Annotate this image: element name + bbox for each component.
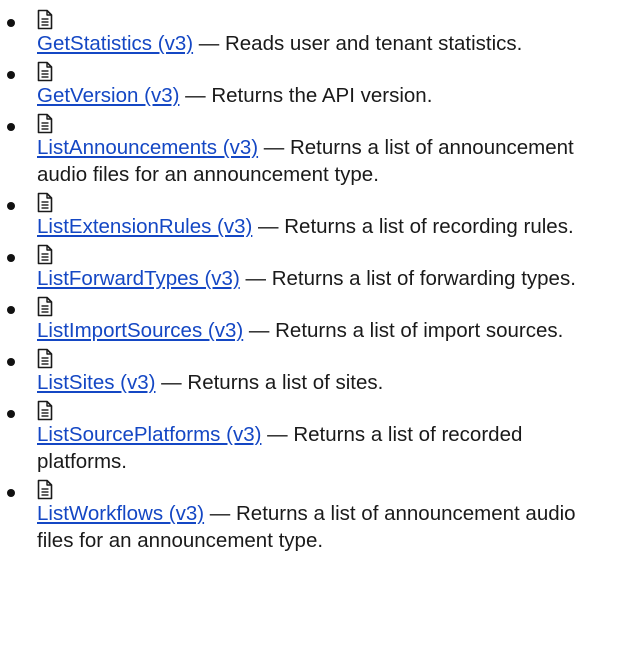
- item-description: Returns a list of forwarding types.: [271, 267, 576, 290]
- list-item: ListForwardTypes (v3) — Returns a list o…: [0, 244, 628, 293]
- api-link-get-version[interactable]: GetVersion (v3): [37, 84, 179, 107]
- bullet-icon: [7, 71, 15, 79]
- bullet-icon: [7, 489, 15, 497]
- item-description-line: GetVersion (v3) — Returns the API versio…: [37, 82, 617, 110]
- api-link-list-announcements[interactable]: ListAnnouncements (v3): [37, 136, 258, 159]
- api-link-list-extension-rules[interactable]: ListExtensionRules (v3): [37, 215, 252, 238]
- item-description-line: ListAnnouncements (v3) — Returns a list …: [37, 134, 617, 189]
- item-description: Returns the API version.: [211, 84, 433, 107]
- api-link-list-source-platforms[interactable]: ListSourcePlatforms (v3): [37, 423, 261, 446]
- api-link-list-workflows[interactable]: ListWorkflows (v3): [37, 502, 204, 525]
- separator: —: [204, 502, 236, 525]
- item-description-line: ListExtensionRules (v3) — Returns a list…: [37, 213, 617, 241]
- document-icon: [37, 244, 53, 265]
- api-link-list-forward-types[interactable]: ListForwardTypes (v3): [37, 267, 240, 290]
- list-item: ListWorkflows (v3) — Returns a list of a…: [0, 479, 628, 555]
- document-icon: [37, 296, 53, 317]
- separator: —: [243, 319, 276, 342]
- document-icon: [37, 400, 53, 421]
- item-description-line: ListSites (v3) — Returns a list of sites…: [37, 369, 617, 397]
- separator: —: [258, 136, 290, 159]
- item-description: Returns a list of import sources.: [275, 319, 564, 342]
- list-item: ListImportSources (v3) — Returns a list …: [0, 296, 628, 345]
- separator: —: [155, 371, 188, 394]
- item-description-line: ListForwardTypes (v3) — Returns a list o…: [37, 265, 617, 293]
- list-item: ListAnnouncements (v3) — Returns a list …: [0, 113, 628, 189]
- separator: —: [252, 215, 285, 238]
- api-link-list-import-sources[interactable]: ListImportSources (v3): [37, 319, 243, 342]
- document-icon: [37, 479, 53, 500]
- document-icon: [37, 348, 53, 369]
- bullet-icon: [7, 306, 15, 314]
- item-description: Returns a list of sites.: [187, 371, 384, 394]
- document-icon: [37, 61, 53, 82]
- separator: —: [179, 84, 212, 107]
- api-link-get-statistics[interactable]: GetStatistics (v3): [37, 32, 193, 55]
- separator: —: [261, 423, 294, 446]
- separator: —: [193, 32, 225, 55]
- item-description: Reads user and tenant statistics.: [224, 32, 523, 55]
- document-icon: [37, 113, 53, 134]
- list-item: GetStatistics (v3) — Reads user and tena…: [0, 9, 628, 58]
- bullet-icon: [7, 358, 15, 366]
- item-description-line: GetStatistics (v3) — Reads user and tena…: [37, 30, 617, 58]
- document-icon: [37, 9, 53, 30]
- item-description: Returns a list of recording rules.: [284, 215, 574, 238]
- bullet-icon: [7, 19, 15, 27]
- item-description-line: ListImportSources (v3) — Returns a list …: [37, 317, 617, 345]
- item-description-line: ListSourcePlatforms (v3) — Returns a lis…: [37, 421, 617, 476]
- api-method-list: GetStatistics (v3) — Reads user and tena…: [0, 0, 628, 555]
- list-item: GetVersion (v3) — Returns the API versio…: [0, 61, 628, 110]
- api-link-list-sites[interactable]: ListSites (v3): [37, 371, 155, 394]
- bullet-icon: [7, 202, 15, 210]
- bullet-icon: [7, 254, 15, 262]
- list-item: ListExtensionRules (v3) — Returns a list…: [0, 192, 628, 241]
- document-icon: [37, 192, 53, 213]
- bullet-icon: [7, 410, 15, 418]
- item-description-line: ListWorkflows (v3) — Returns a list of a…: [37, 500, 617, 555]
- bullet-icon: [7, 123, 15, 131]
- list-item: ListSites (v3) — Returns a list of sites…: [0, 348, 628, 397]
- list-item: ListSourcePlatforms (v3) — Returns a lis…: [0, 400, 628, 476]
- separator: —: [239, 267, 272, 290]
